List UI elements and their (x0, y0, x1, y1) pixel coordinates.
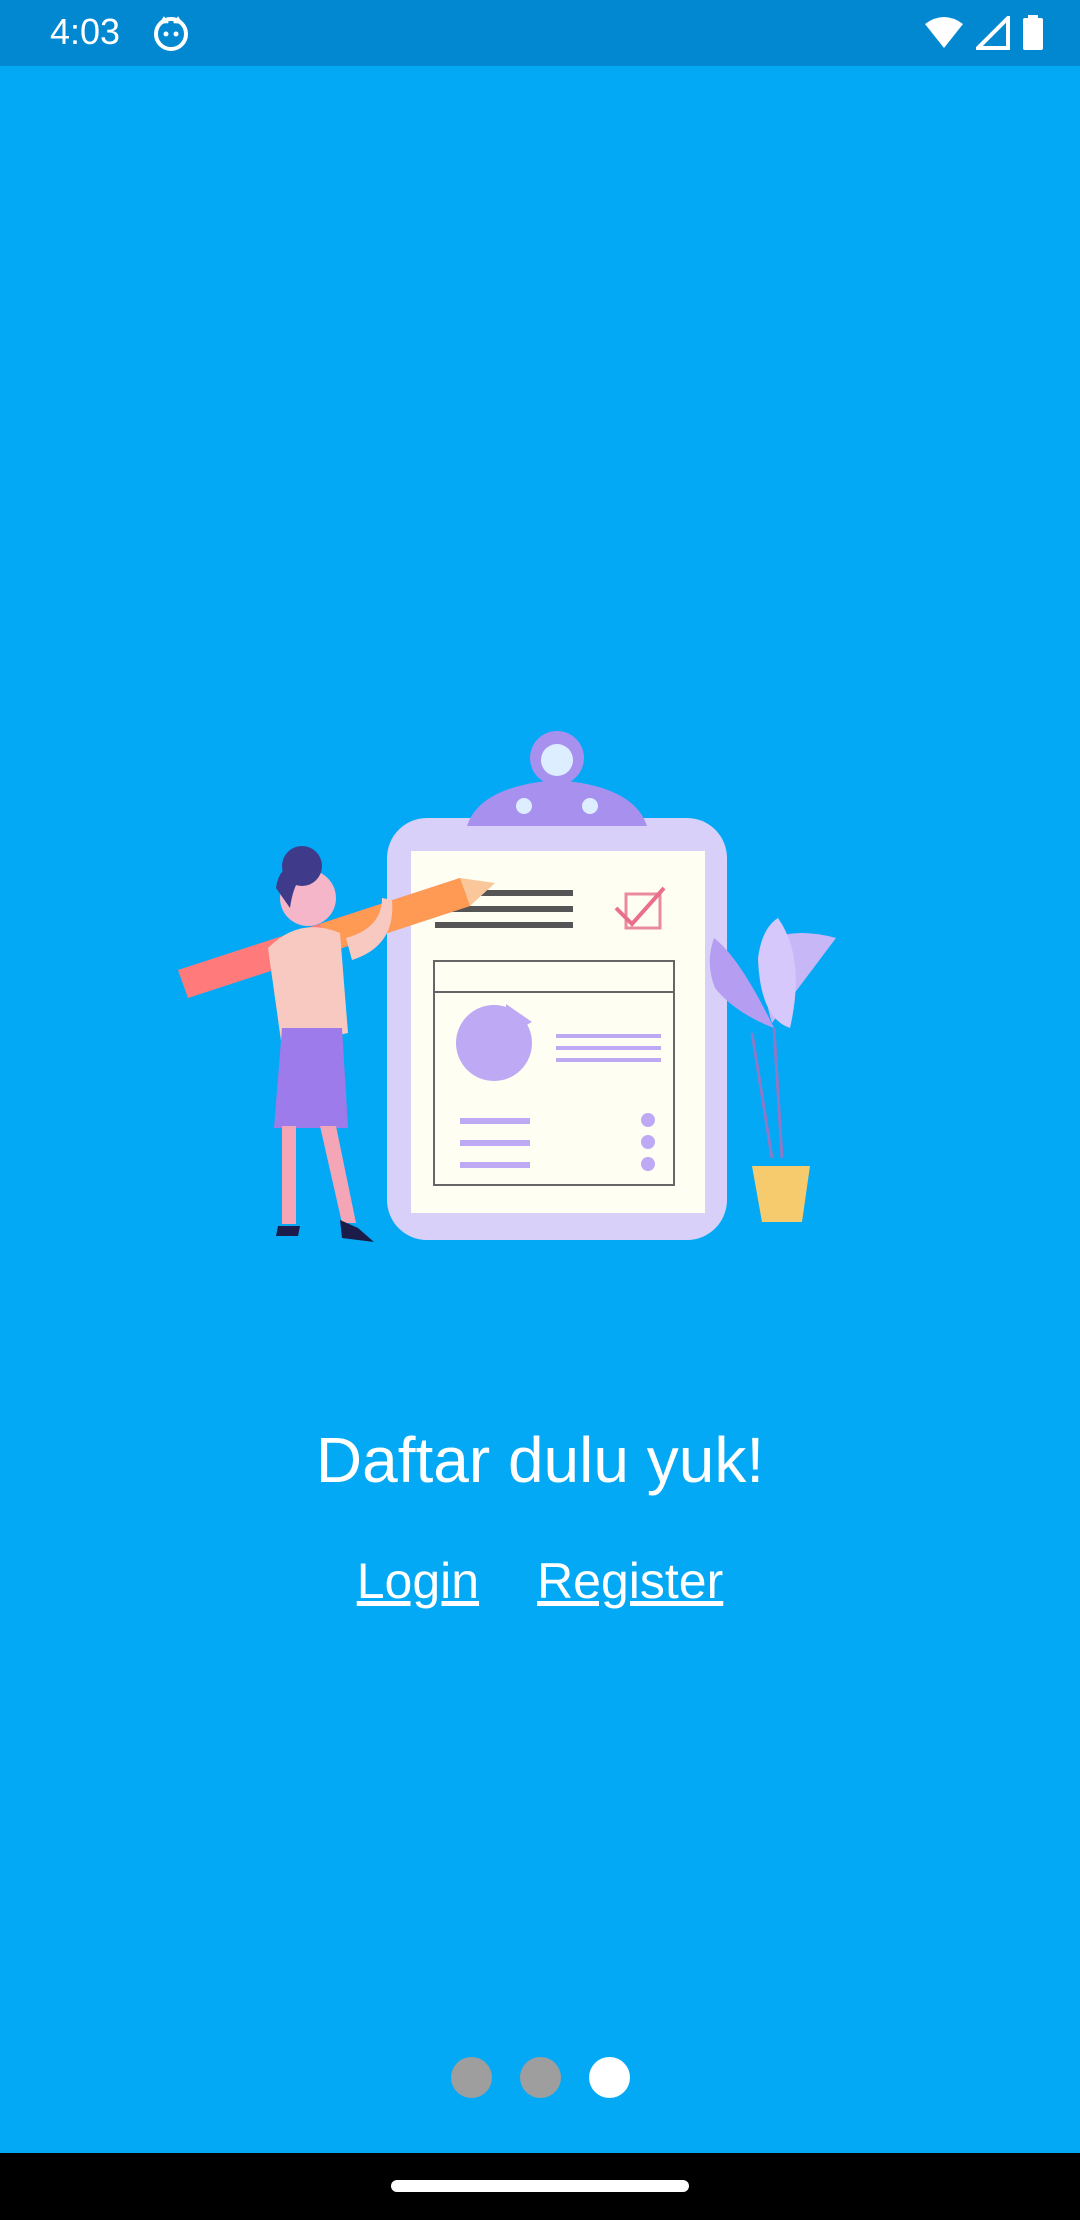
wifi-icon (925, 17, 963, 48)
auth-links: Login Register (0, 1548, 1080, 1614)
battery-icon (1023, 15, 1043, 50)
status-time: 4:03 (50, 11, 121, 52)
onboarding-illustration (178, 731, 836, 1242)
signal-icon (976, 16, 1010, 50)
status-bar: 4:03 (0, 0, 1080, 66)
onboarding-title: Daftar dulu yuk! (315, 1424, 765, 1496)
clipboard-illustration (387, 731, 727, 1240)
navigation-bar (0, 2153, 1080, 2220)
status-icons (924, 14, 1044, 52)
page-dot-1[interactable] (450, 2057, 492, 2098)
login-link[interactable]: Login (357, 1548, 479, 1614)
plant-illustration (709, 918, 836, 1222)
page-dot-2[interactable] (519, 2057, 561, 2098)
app-notification-icon (154, 16, 188, 51)
page-dot-3-active[interactable] (588, 2057, 630, 2098)
register-link[interactable]: Register (537, 1548, 723, 1614)
woman-illustration (268, 846, 393, 1242)
page-indicator (0, 2057, 1080, 2098)
home-indicator[interactable] (391, 2180, 689, 2192)
